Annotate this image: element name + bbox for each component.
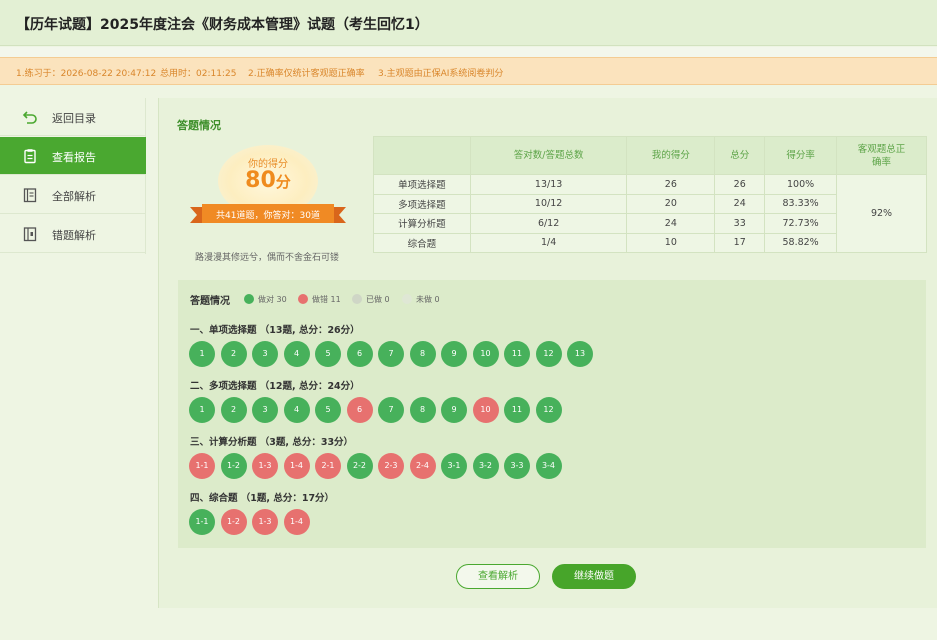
summary-section-title: 答题情况 <box>177 119 221 132</box>
question-ball[interactable]: 5 <box>315 341 341 367</box>
question-ball[interactable]: 2 <box>220 341 247 367</box>
legend-done: 已做 0 <box>352 294 390 305</box>
legend-dot-icon <box>352 294 362 304</box>
sidebar: 返回目录 查看报告 全部解析 错题解析 <box>0 98 146 254</box>
notebook-icon <box>23 227 37 242</box>
question-ball[interactable]: 8 <box>409 397 436 423</box>
score-detail: 共41道题，你答对：30道 <box>216 211 320 221</box>
legend-right: 做对 30 <box>244 294 287 305</box>
sidebar-item-wrong-analysis[interactable]: 错题解析 <box>0 215 146 253</box>
question-ball[interactable]: 6 <box>346 341 373 367</box>
question-ball[interactable]: 7 <box>378 397 404 423</box>
question-ball[interactable]: 1-4 <box>283 509 310 535</box>
clipboard-icon <box>24 149 36 164</box>
question-ball[interactable]: 2 <box>220 397 247 423</box>
question-ball[interactable]: 13 <box>567 341 593 367</box>
question-ball[interactable]: 4 <box>283 341 310 367</box>
question-ball[interactable]: 1 <box>189 341 215 367</box>
question-ball[interactable]: 3-4 <box>535 453 562 479</box>
question-ball[interactable]: 2-1 <box>315 453 341 479</box>
question-ball[interactable]: 1-3 <box>252 509 278 535</box>
score-badge: 你的得分 80分 共41道题，你答对：30道 <box>188 140 348 260</box>
legend-dot-icon <box>244 294 254 304</box>
question-ball[interactable]: 11 <box>504 341 530 367</box>
question-ball[interactable]: 10 <box>472 397 499 423</box>
score-value: 80分 <box>188 168 348 193</box>
info-bar: 1.练习于：2026-08-22 20:47:12 总用时：02:11:25 2… <box>0 57 937 85</box>
legend-dot-icon <box>298 294 308 304</box>
sidebar-item-label: 返回目录 <box>52 112 96 125</box>
page-title: 【历年试题】2025年度注会《财务成本管理》试题（考生回忆1） <box>16 17 429 33</box>
note-grading: 3.主观题由正保AI系统阅卷判分 <box>378 69 504 79</box>
score-unit: 分 <box>275 173 291 191</box>
question-ball[interactable]: 2-3 <box>378 453 404 479</box>
question-ball[interactable]: 1-4 <box>283 453 310 479</box>
sidebar-item-label: 查看报告 <box>52 151 96 164</box>
question-ball[interactable]: 3 <box>252 341 278 367</box>
view-analysis-button[interactable]: 查看解析 <box>456 564 540 589</box>
question-ball[interactable]: 7 <box>378 341 404 367</box>
question-ball[interactable]: 8 <box>409 341 436 367</box>
group-title-multi-choice: 二、多项选择题 （12题, 总分：24分） <box>190 381 360 392</box>
question-ball[interactable]: 9 <box>441 397 467 423</box>
question-ball[interactable]: 1-2 <box>220 453 247 479</box>
question-ball[interactable]: 3-3 <box>504 453 530 479</box>
spacer <box>0 47 937 57</box>
sidebar-item-label: 错题解析 <box>52 229 96 242</box>
legend-undone: 未做 0 <box>402 294 440 305</box>
question-ball[interactable]: 2-4 <box>409 453 436 479</box>
table-header: 总分 <box>714 136 766 175</box>
question-ball[interactable]: 1-1 <box>189 509 215 535</box>
score-number: 80 <box>245 168 276 193</box>
total-time: 总用时：02:11:25 <box>160 69 237 79</box>
question-ball[interactable]: 1-3 <box>252 453 278 479</box>
table-header: 客观题总正确率 <box>836 136 927 175</box>
question-ball[interactable]: 9 <box>441 341 467 367</box>
table-header: 得分率 <box>764 136 838 175</box>
table-header: 我的得分 <box>626 136 716 175</box>
question-ball[interactable]: 12 <box>535 341 562 367</box>
book-icon <box>23 188 37 203</box>
continue-practice-button[interactable]: 继续做题 <box>552 564 636 589</box>
sidebar-item-label: 全部解析 <box>52 190 96 203</box>
question-ball[interactable]: 2-2 <box>346 453 373 479</box>
back-arrow-icon <box>22 111 37 124</box>
title-bar: 【历年试题】2025年度注会《财务成本管理》试题（考生回忆1） <box>0 0 937 46</box>
legend-wrong: 做错 11 <box>298 294 341 305</box>
practice-time: 1.练习于：2026-08-22 20:47:12 <box>16 69 157 79</box>
sidebar-item-report[interactable]: 查看报告 <box>0 137 146 175</box>
legend-dot-icon <box>402 294 412 304</box>
question-ball[interactable]: 3-1 <box>441 453 467 479</box>
note-accuracy: 2.正确率仅统计客观题正确率 <box>248 69 365 79</box>
question-ball[interactable]: 1-1 <box>189 453 215 479</box>
stats-table: 答对数/答题总数 我的得分 总分 得分率 客观题总正确率 单项选择题 13/13… <box>373 136 927 253</box>
table-header: 答对数/答题总数 <box>469 136 628 175</box>
sidebar-item-back[interactable]: 返回目录 <box>0 98 146 136</box>
question-ball[interactable]: 3 <box>252 397 278 423</box>
objective-accuracy: 92% <box>836 174 927 253</box>
question-ball[interactable]: 1-2 <box>220 509 247 535</box>
question-ball[interactable]: 3-2 <box>472 453 499 479</box>
question-ball[interactable]: 1 <box>189 397 215 423</box>
question-ball[interactable]: 12 <box>535 397 562 423</box>
question-ball[interactable]: 6 <box>346 397 373 423</box>
sidebar-item-all-analysis[interactable]: 全部解析 <box>0 176 146 214</box>
question-ball[interactable]: 10 <box>472 341 499 367</box>
group-title-single-choice: 一、单项选择题 （13题, 总分：26分） <box>190 325 360 336</box>
group-title-calculation: 三、计算分析题 （3题, 总分：33分） <box>190 437 354 448</box>
answer-grid-title: 答题情况 <box>190 296 230 307</box>
question-ball[interactable]: 11 <box>504 397 530 423</box>
question-ball[interactable]: 4 <box>283 397 310 423</box>
table-header <box>373 136 471 175</box>
group-title-comprehensive: 四、综合题 （1题, 总分：17分） <box>190 493 335 504</box>
motto-text: 路漫漫其修远兮，偶而不舍金石可镂 <box>194 253 339 263</box>
question-ball[interactable]: 5 <box>315 397 341 423</box>
table-row: 单项选择题 13/13 26 26 100% 92% <box>373 174 927 253</box>
